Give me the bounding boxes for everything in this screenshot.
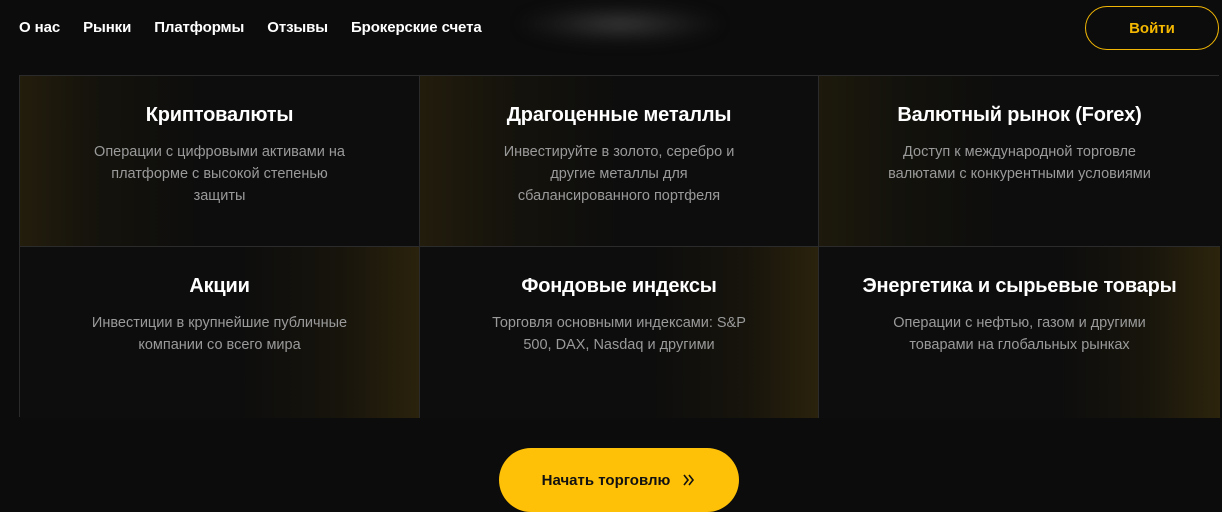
double-chevron-right-icon xyxy=(682,473,696,487)
market-card-description: Инвестиции в крупнейшие публичные компан… xyxy=(91,315,348,353)
market-card-forex[interactable]: Валютный рынок (Forex) Доступ к междунар… xyxy=(819,76,1220,247)
login-button[interactable]: Войти xyxy=(1085,6,1219,50)
market-card-energy-commodities[interactable]: Энергетика и сырьевые товары Операции с … xyxy=(819,247,1220,418)
nav-item-brokerage-accounts[interactable]: Брокерские счета xyxy=(351,18,482,38)
market-card-indices[interactable]: Фондовые индексы Торговля основными инде… xyxy=(420,247,819,418)
market-card-title: Драгоценные металлы xyxy=(506,104,732,126)
market-card-description: Операции с нефтью, газом и другими товар… xyxy=(893,315,1146,353)
market-card-precious-metals[interactable]: Драгоценные металлы Инвестируйте в золот… xyxy=(420,76,819,247)
market-card-title: Криптовалюты xyxy=(145,104,294,126)
market-card-crypto[interactable]: Криптовалюты Операции с цифровыми актива… xyxy=(20,76,420,247)
nav-item-reviews[interactable]: Отзывы xyxy=(267,18,328,38)
market-card-title: Фондовые индексы xyxy=(521,275,717,297)
page: О нас Рынки Платформы Отзывы Брокерские … xyxy=(0,0,1222,512)
start-trading-label: Начать торговлю xyxy=(541,471,671,489)
market-card-description: Доступ к международной торговле валютами… xyxy=(888,144,1151,182)
market-card-description: Инвестируйте в золото, серебро и другие … xyxy=(503,144,735,204)
market-card-title: Энергетика и сырьевые товары xyxy=(862,275,1177,297)
market-card-title: Валютный рынок (Forex) xyxy=(897,104,1142,126)
markets-grid: Криптовалюты Операции с цифровыми актива… xyxy=(19,75,1220,418)
nav-item-platforms[interactable]: Платформы xyxy=(154,18,244,38)
nav-item-markets[interactable]: Рынки xyxy=(83,18,131,38)
market-card-description: Операции с цифровыми активами на платфор… xyxy=(94,144,345,204)
market-card-description: Торговля основными индексами: S&P 500, D… xyxy=(492,315,746,353)
blurred-logo xyxy=(520,4,720,44)
main-nav: О нас Рынки Платформы Отзывы Брокерские … xyxy=(19,18,505,38)
nav-item-about[interactable]: О нас xyxy=(19,18,60,38)
market-card-stocks[interactable]: Акции Инвестиции в крупнейшие публичные … xyxy=(20,247,420,418)
start-trading-button[interactable]: Начать торговлю xyxy=(499,448,739,512)
market-card-title: Акции xyxy=(189,275,250,297)
